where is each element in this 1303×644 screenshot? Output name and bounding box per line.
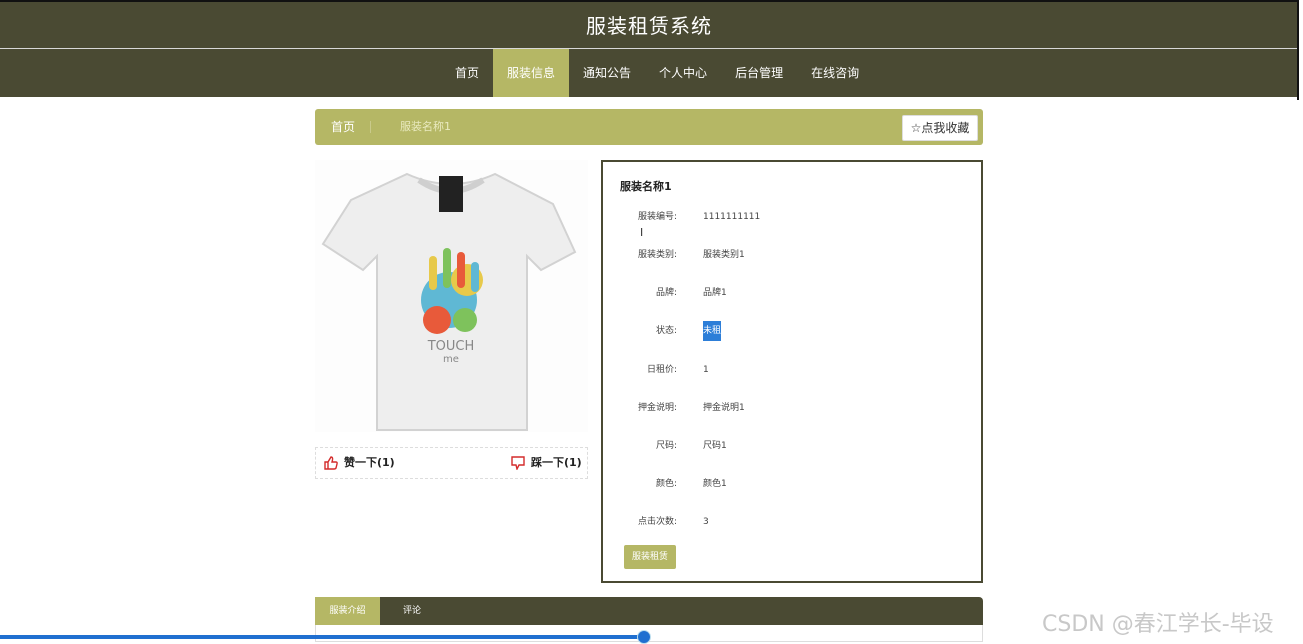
- main-nav: 首页 服装信息 通知公告 个人中心 后台管理 在线咨询: [0, 48, 1298, 97]
- breadcrumb: 首页 服装名称1 ☆点我收藏: [315, 109, 983, 145]
- field-value: 尺码1: [703, 441, 727, 451]
- field-row-price: 日租价: 1: [603, 360, 973, 380]
- field-label: 服装类别:: [637, 250, 677, 260]
- field-row-size: 尺码: 尺码1: [603, 436, 973, 456]
- field-row-status: 状态: 未租: [603, 321, 973, 341]
- field-value: 颜色1: [703, 479, 727, 489]
- product-image: TOUCH me: [315, 160, 588, 432]
- field-row-category: 服装类别: 服装类别1: [603, 245, 973, 265]
- product-info-panel: 服装名称1 服装编号: 1111111111 I 服装类别: 服装类别1 品牌:…: [601, 160, 983, 583]
- nav-item-consult[interactable]: 在线咨询: [797, 49, 873, 97]
- tab-intro[interactable]: 服装介绍: [315, 597, 380, 625]
- nav-item-notice[interactable]: 通知公告: [569, 49, 645, 97]
- field-label: 服装编号:: [637, 212, 677, 222]
- field-value: 押金说明1: [703, 403, 745, 413]
- field-label: 尺码:: [655, 441, 677, 451]
- tshirt-print-text: TOUCH: [427, 339, 475, 354]
- dislike-label: 踩一下(1): [531, 456, 582, 469]
- thumbs-down-icon: [511, 456, 525, 470]
- window-edge: [1297, 0, 1299, 100]
- dislike-button[interactable]: 踩一下(1): [511, 448, 582, 478]
- site-header: 服装租赁系统: [0, 0, 1298, 49]
- breadcrumb-separator: [370, 121, 371, 133]
- tshirt-image: TOUCH me: [321, 172, 577, 431]
- tab-comments[interactable]: 评论: [403, 597, 421, 625]
- thumbs-up-icon: [324, 456, 338, 470]
- like-label: 赞一下(1): [344, 456, 395, 469]
- vote-bar: 赞一下(1) 踩一下(1): [315, 447, 588, 479]
- nav-item-profile[interactable]: 个人中心: [645, 49, 721, 97]
- like-button[interactable]: 赞一下(1): [324, 448, 395, 478]
- field-label: 状态:: [655, 326, 677, 336]
- favorite-button[interactable]: ☆点我收藏: [902, 115, 978, 141]
- field-label: 押金说明:: [637, 403, 677, 413]
- field-row-code: 服装编号: 1111111111: [603, 207, 973, 227]
- watermark: CSDN @春江学长-毕设: [1042, 612, 1274, 637]
- field-label: 日租价:: [646, 365, 677, 375]
- field-value: 1: [703, 365, 709, 375]
- video-progress-bar[interactable]: [0, 635, 644, 639]
- detail-tabs: 服装介绍 评论: [315, 597, 983, 625]
- field-row-clicks: 点击次数: 3: [603, 512, 973, 532]
- field-value: 品牌1: [703, 288, 727, 298]
- field-row-deposit: 押金说明: 押金说明1: [603, 398, 973, 418]
- field-value: 1111111111: [703, 212, 761, 222]
- field-label: 点击次数:: [637, 517, 677, 527]
- text-cursor-icon: I: [640, 226, 644, 239]
- field-row-color: 颜色: 颜色1: [603, 474, 973, 494]
- rent-button[interactable]: 服装租赁: [624, 545, 676, 569]
- field-row-brand: 品牌: 品牌1: [603, 283, 973, 303]
- field-value-selected: 未租: [703, 321, 722, 341]
- field-value: 3: [703, 517, 709, 527]
- breadcrumb-home[interactable]: 首页: [331, 109, 355, 145]
- nav-item-home[interactable]: 首页: [441, 49, 493, 97]
- breadcrumb-current: 服装名称1: [400, 120, 451, 133]
- tshirt-print-text-2: me: [443, 354, 459, 365]
- field-value: 服装类别1: [703, 250, 745, 260]
- field-label: 颜色:: [655, 479, 677, 489]
- site-title: 服装租赁系统: [586, 14, 712, 38]
- nav-item-admin[interactable]: 后台管理: [721, 49, 797, 97]
- video-progress-knob[interactable]: [637, 630, 651, 644]
- nav-item-clothing[interactable]: 服装信息: [493, 49, 570, 97]
- field-label: 品牌:: [655, 288, 677, 298]
- product-name: 服装名称1: [620, 180, 672, 193]
